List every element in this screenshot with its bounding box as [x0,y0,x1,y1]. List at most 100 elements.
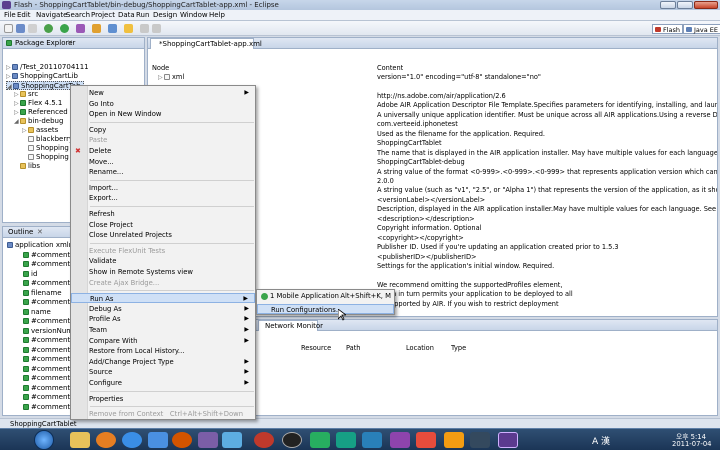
menu-item-restore-from-local-history[interactable]: Restore from Local History... [71,346,255,356]
content-cell[interactable]: A string value (such as "v1", "2.5", or … [377,186,717,195]
outline-item[interactable]: #comment [23,355,70,364]
run-icon[interactable] [60,24,69,33]
new-icon[interactable] [4,24,13,33]
tree-item[interactable]: Shopping [28,153,69,162]
content-cell[interactable]: <publisherID></publisherID> [377,253,717,262]
outline-item[interactable]: #comment [23,346,70,355]
content-cell[interactable]: which in turn permits your application t… [377,290,717,299]
app4-taskbar-icon[interactable] [362,432,382,448]
menu-run[interactable]: Run [136,11,149,19]
outline-item[interactable]: #comment [23,251,70,260]
outline-item[interactable]: id [23,270,37,279]
menu-search[interactable]: Search [66,11,90,19]
messenger-taskbar-icon[interactable] [222,432,242,448]
editor-tab[interactable]: *ShoppingCartTablet-app.xml [150,38,262,49]
content-cell[interactable]: Copyright information. Optional [377,224,717,233]
back-icon[interactable] [140,24,149,33]
content-cell[interactable] [377,271,717,280]
content-cell[interactable]: We recommend omitting the supportedProfi… [377,281,717,290]
outline-item[interactable]: application xmlns [7,241,77,250]
print-icon[interactable] [28,24,37,33]
menu-window[interactable]: Window [180,11,208,19]
debug-icon[interactable] [44,24,53,33]
menu-item-mobile-application[interactable]: 1 Mobile Application Alt+Shift+K, M [257,291,394,301]
close-tab-icon[interactable]: ✕ [67,39,73,47]
package-explorer-tab[interactable]: Package Explorer ✕ [3,38,144,49]
outline-item[interactable]: #comment [23,374,70,383]
cmd-taskbar-icon[interactable] [254,432,274,448]
menu-item-rename[interactable]: Rename... [71,167,255,177]
app2-taskbar-icon[interactable] [310,432,330,448]
start-button[interactable] [34,430,54,450]
app5-taskbar-icon[interactable] [390,432,410,448]
content-cell[interactable]: <copyright></copyright> [377,234,717,243]
search-icon[interactable] [108,24,117,33]
menu-item-run-configurations[interactable]: Run Configurations... [257,304,394,314]
ie-taskbar-icon[interactable] [122,432,142,448]
menu-item-refresh[interactable]: Refresh [71,209,255,219]
outline-item[interactable]: filename [23,289,62,298]
app8-taskbar-icon[interactable] [470,432,490,448]
menu-item-team[interactable]: Team ▶ [71,325,255,335]
tree-item[interactable]: blackberry [28,135,73,144]
maximize-button[interactable] [677,1,693,9]
outline-item[interactable]: #comment [23,336,70,345]
menu-design[interactable]: Design [153,11,177,19]
content-cell[interactable] [377,82,717,91]
menu-item-profile-as[interactable]: Profile As ▶ [71,314,255,324]
content-cell[interactable]: Adobe AIR Application Descriptor File Te… [377,101,717,110]
content-cell[interactable]: Description, displayed in the AIR applic… [377,205,717,214]
menu-navigate[interactable]: Navigate [36,11,67,19]
forward-icon[interactable] [152,24,161,33]
menu-item-copy[interactable]: Copy [71,125,255,135]
tree-item[interactable]: Shopping [28,144,69,153]
explorer-taskbar-icon[interactable] [70,432,90,448]
app7-taskbar-icon[interactable] [444,432,464,448]
outline-item[interactable]: #comment [23,260,70,269]
perspective-flash[interactable]: Flash [652,24,684,34]
menu-item-close-project[interactable]: Close Project [71,220,255,230]
outline-item[interactable]: #comment [23,365,70,374]
tree-item[interactable]: ▷ ShoppingCartLib [6,72,78,81]
tree-item[interactable]: libs [14,162,40,171]
tree-item[interactable]: ▷/Test_20110704111 [6,63,89,72]
profile-icon[interactable] [76,24,85,33]
menu-item-paste[interactable]: Paste [71,135,255,145]
outline-item[interactable]: name [23,308,51,317]
content-cell[interactable]: Publisher ID. Used if you're updating an… [377,243,717,252]
menu-item-add-change-project-type[interactable]: Add/Change Project Type ▶ [71,357,255,367]
menu-item-create-ajax-bridge[interactable]: Create Ajax Bridge... [71,278,255,288]
content-cell[interactable]: ShoppingCartTablet-debug [377,158,717,167]
content-cell[interactable]: Settings for the application's initial w… [377,262,717,271]
outline-item[interactable]: #comment [23,384,70,393]
tree-item[interactable]: ◢ bin-debug [14,117,63,126]
close-window-button[interactable] [694,1,718,9]
save-icon[interactable] [16,24,25,33]
menu-item-export[interactable]: Export... [71,193,255,203]
content-cell[interactable]: http://ns.adobe.com/air/application/2.6 [377,92,717,101]
menu-project[interactable]: Project [91,11,115,19]
menu-item-new[interactable]: New ▶ [71,88,255,98]
menu-item-open-in-new-window[interactable]: Open in New Window [71,109,255,119]
perspective-javaee[interactable]: Java EE [683,24,720,34]
content-cell[interactable]: version="1.0" encoding="utf-8" standalon… [377,73,717,82]
menu-item-validate[interactable]: Validate [71,256,255,266]
menu-item-execute-flexunit-tests[interactable]: Execute FlexUnit Tests [71,246,255,256]
firefox-taskbar-icon[interactable] [96,432,116,448]
content-cell[interactable]: <description></description> [377,215,717,224]
menu-data[interactable]: Data [118,11,135,19]
content-cell[interactable]: The name that is displayed in the AIR ap… [377,149,717,158]
menu-item-go-into[interactable]: Go Into [71,99,255,109]
menu-file[interactable]: File [4,11,16,19]
content-cell[interactable]: Used as the filename for the application… [377,130,717,139]
tool-taskbar-icon[interactable] [198,432,218,448]
menu-item-properties[interactable]: Properties [71,394,255,404]
content-cell[interactable]: <versionLabel></versionLabel> [377,196,717,205]
menu-item-delete[interactable]: ✖ Delete [71,146,255,156]
content-cell[interactable]: A string value of the format <0-999>.<0-… [377,168,717,177]
app-taskbar-icon[interactable] [148,432,168,448]
outline-item[interactable]: #comment [23,403,70,412]
media-taskbar-icon[interactable] [172,432,192,448]
menu-help[interactable]: Help [209,11,225,19]
clock-app-taskbar-icon[interactable] [282,432,302,448]
